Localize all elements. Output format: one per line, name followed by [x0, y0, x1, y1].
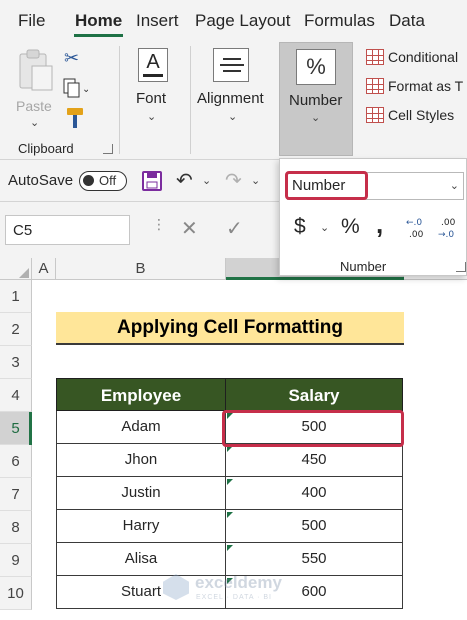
error-indicator-icon [227, 512, 233, 518]
active-cell-highlight [222, 410, 404, 447]
table-icon [366, 78, 384, 94]
row-header-5[interactable]: 5 [0, 412, 32, 445]
ribbon-tab-bar: File Home Insert Page Layout Formulas Da… [0, 0, 467, 40]
worksheet-grid: A B C 1 2 3 4 5 6 7 8 9 10 Applying Cell… [0, 258, 467, 620]
redo-dropdown-icon[interactable]: ⌄ [251, 174, 260, 187]
font-color-icon: A [138, 48, 168, 82]
tab-formulas[interactable]: Formulas [304, 11, 375, 31]
autosave-toggle[interactable]: Off [79, 171, 127, 191]
enter-icon[interactable]: ✓ [226, 216, 243, 241]
svg-text:⌄: ⌄ [82, 84, 88, 95]
ribbon: Paste ⌄ ✂ ⌄ Clipboard A Font ⌄ Alignment… [0, 40, 467, 160]
number-group-label: Number [340, 259, 387, 274]
number-format-popup: Number ⌄ $ ⌄ % , ←.0 .00 .00 →.0 Number [279, 158, 467, 276]
tab-data[interactable]: Data [389, 11, 425, 31]
format-select-highlight [285, 171, 368, 200]
font-button[interactable]: A Font ⌄ [126, 46, 180, 132]
autosave-state: Off [99, 173, 117, 188]
svg-text:.00: .00 [441, 218, 456, 228]
selected-column-indicator [226, 277, 404, 280]
error-indicator-icon [227, 479, 233, 485]
currency-icon[interactable]: $ [294, 215, 306, 239]
employee-cell[interactable]: Adam [56, 411, 226, 444]
row-header-8[interactable]: 8 [0, 511, 32, 544]
alignment-label: Alignment [197, 90, 264, 107]
group-divider [119, 46, 120, 154]
salary-header-cell[interactable]: Salary [225, 378, 403, 411]
cancel-icon[interactable]: ✕ [181, 216, 198, 241]
number-label: Number [289, 92, 343, 109]
tab-page-layout[interactable]: Page Layout [195, 11, 290, 31]
watermark-tagline: EXCEL · DATA · BI [196, 594, 272, 601]
column-header-a[interactable]: A [32, 258, 56, 280]
align-icon [213, 48, 249, 82]
clipboard-launcher-icon[interactable] [103, 144, 113, 154]
currency-dropdown-icon[interactable]: ⌄ [320, 221, 329, 234]
percent-style-icon[interactable]: % [341, 215, 360, 239]
redo-icon[interactable]: ↷ [225, 168, 242, 193]
paste-button[interactable]: Paste ⌄ [10, 46, 60, 129]
row-header-7[interactable]: 7 [0, 478, 32, 511]
format-as-table-button[interactable]: Format as T [366, 78, 463, 94]
alignment-button[interactable]: Alignment ⌄ [196, 46, 270, 132]
svg-text:→.0: →.0 [438, 230, 454, 240]
active-tab-indicator [74, 34, 123, 37]
format-painter-icon[interactable] [63, 106, 87, 130]
clipboard-icon [19, 49, 53, 91]
undo-icon[interactable]: ↶ [176, 168, 193, 193]
selected-row-indicator [29, 412, 32, 445]
row-header-1[interactable]: 1 [0, 280, 32, 313]
select-all-button[interactable] [0, 258, 32, 280]
number-format-button[interactable]: % Number ⌄ [279, 42, 353, 156]
row-header-10[interactable]: 10 [0, 577, 32, 610]
employee-cell[interactable]: Harry [56, 510, 226, 543]
group-divider [190, 46, 191, 154]
salary-cell[interactable]: 500 [225, 510, 403, 543]
svg-text:.00: .00 [409, 230, 424, 240]
autosave-label: AutoSave [8, 172, 74, 189]
decrease-decimal-icon[interactable]: .00 →.0 [437, 215, 463, 241]
copy-icon[interactable]: ⌄ [62, 78, 88, 98]
tab-insert[interactable]: Insert [136, 11, 179, 31]
number-launcher-icon[interactable] [456, 262, 466, 272]
tab-home[interactable]: Home [75, 11, 122, 31]
font-label: Font [136, 90, 167, 107]
row-header-6[interactable]: 6 [0, 445, 32, 478]
employee-header-cell[interactable]: Employee [56, 378, 226, 411]
sheet-title-cell[interactable]: Applying Cell Formatting [56, 312, 404, 345]
row-header-4[interactable]: 4 [0, 379, 32, 412]
save-icon[interactable] [141, 170, 163, 192]
salary-cell[interactable]: 450 [225, 444, 403, 477]
column-header-b[interactable]: B [56, 258, 226, 280]
row-header-2[interactable]: 2 [0, 313, 32, 346]
exceldemy-logo-icon [163, 574, 189, 600]
employee-cell[interactable]: Justin [56, 477, 226, 510]
cell-styles-icon [366, 107, 384, 123]
employee-cell[interactable]: Jhon [56, 444, 226, 477]
conditional-formatting-icon [366, 49, 384, 65]
watermark-name: exceldemy [195, 573, 282, 592]
svg-text:←.0: ←.0 [406, 218, 422, 228]
chevron-down-icon[interactable]: ⌄ [450, 179, 459, 192]
error-indicator-icon [227, 545, 233, 551]
comma-style-icon[interactable]: , [376, 209, 383, 240]
cell-styles-button[interactable]: Cell Styles [366, 107, 454, 123]
row-header-9[interactable]: 9 [0, 544, 32, 577]
name-box[interactable]: C5 [5, 215, 130, 245]
undo-dropdown-icon[interactable]: ⌄ [202, 174, 211, 187]
row-header-3[interactable]: 3 [0, 346, 32, 379]
formula-bar-grip-icon: ⋮ [152, 216, 166, 232]
salary-cell[interactable]: 400 [225, 477, 403, 510]
conditional-formatting-button[interactable]: Conditional [366, 49, 458, 65]
percent-icon: % [296, 49, 336, 85]
cut-icon[interactable]: ✂ [64, 48, 79, 69]
tab-file[interactable]: File [18, 11, 45, 31]
clipboard-group-label: Clipboard [18, 141, 74, 156]
increase-decimal-icon[interactable]: ←.0 .00 [405, 215, 431, 241]
watermark: exceldemy EXCEL · DATA · BI [163, 570, 323, 610]
paste-label: Paste [16, 98, 52, 114]
